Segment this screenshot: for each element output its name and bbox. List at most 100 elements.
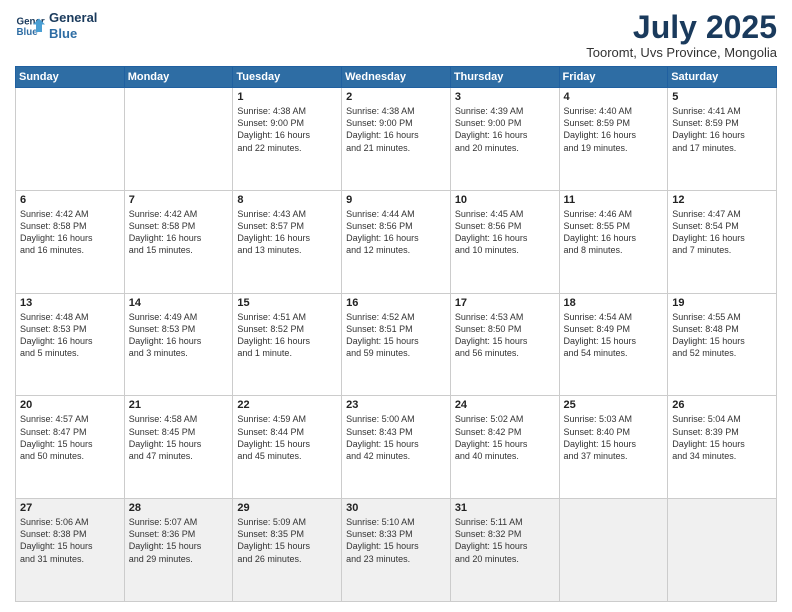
cell-text: Sunrise: 5:07 AM Sunset: 8:36 PM Dayligh… <box>129 516 229 565</box>
week-row-2: 6 Sunrise: 4:42 AM Sunset: 8:58 PM Daylig… <box>16 190 777 293</box>
day-number: 9 <box>346 194 446 206</box>
day-number: 15 <box>237 297 337 309</box>
calendar-cell: 31Sunrise: 5:11 AM Sunset: 8:32 PM Dayli… <box>450 499 559 602</box>
calendar-cell: 1 Sunrise: 4:38 AM Sunset: 9:00 PM Daylig… <box>233 88 342 191</box>
day-number: 6 <box>20 194 120 206</box>
cell-text: Sunrise: 4:47 AM Sunset: 8:54 PM Dayligh… <box>672 208 772 257</box>
day-number: 10 <box>455 194 555 206</box>
title-block: July 2025 Tooromt, Uvs Province, Mongoli… <box>586 10 777 60</box>
month-title: July 2025 <box>586 10 777 45</box>
day-number: 7 <box>129 194 229 206</box>
day-number: 13 <box>20 297 120 309</box>
cell-text: Sunrise: 5:11 AM Sunset: 8:32 PM Dayligh… <box>455 516 555 565</box>
week-row-4: 20Sunrise: 4:57 AM Sunset: 8:47 PM Dayli… <box>16 396 777 499</box>
logo: General Blue General Blue <box>15 10 97 41</box>
calendar-cell: 5 Sunrise: 4:41 AM Sunset: 8:59 PM Daylig… <box>668 88 777 191</box>
day-number: 30 <box>346 502 446 514</box>
day-number: 19 <box>672 297 772 309</box>
logo-icon: General Blue <box>15 11 45 41</box>
calendar-cell: 12 Sunrise: 4:47 AM Sunset: 8:54 PM Dayli… <box>668 190 777 293</box>
calendar-cell: 18 Sunrise: 4:54 AM Sunset: 8:49 PM Dayli… <box>559 293 668 396</box>
cell-text: Sunrise: 4:42 AM Sunset: 8:58 PM Dayligh… <box>129 208 229 257</box>
days-of-week-row: SundayMondayTuesdayWednesdayThursdayFrid… <box>16 67 777 88</box>
day-number: 2 <box>346 91 446 103</box>
cell-text: Sunrise: 5:09 AM Sunset: 8:35 PM Dayligh… <box>237 516 337 565</box>
day-number: 1 <box>237 91 337 103</box>
cell-text: Sunrise: 4:54 AM Sunset: 8:49 PM Dayligh… <box>564 311 664 360</box>
day-number: 23 <box>346 399 446 411</box>
calendar-cell: 16Sunrise: 4:52 AM Sunset: 8:51 PM Dayli… <box>342 293 451 396</box>
calendar-cell: 29Sunrise: 5:09 AM Sunset: 8:35 PM Dayli… <box>233 499 342 602</box>
logo-text-general: General <box>49 10 97 26</box>
dow-header-friday: Friday <box>559 67 668 88</box>
calendar-cell: 13Sunrise: 4:48 AM Sunset: 8:53 PM Dayli… <box>16 293 125 396</box>
cell-text: Sunrise: 4:58 AM Sunset: 8:45 PM Dayligh… <box>129 413 229 462</box>
day-number: 8 <box>237 194 337 206</box>
calendar-cell: 9 Sunrise: 4:44 AM Sunset: 8:56 PM Daylig… <box>342 190 451 293</box>
cell-text: Sunrise: 4:43 AM Sunset: 8:57 PM Dayligh… <box>237 208 337 257</box>
calendar-cell: 26 Sunrise: 5:04 AM Sunset: 8:39 PM Dayli… <box>668 396 777 499</box>
day-number: 25 <box>564 399 664 411</box>
day-number: 27 <box>20 502 120 514</box>
dow-header-sunday: Sunday <box>16 67 125 88</box>
day-number: 18 <box>564 297 664 309</box>
cell-text: Sunrise: 5:06 AM Sunset: 8:38 PM Dayligh… <box>20 516 120 565</box>
calendar-cell: 21 Sunrise: 4:58 AM Sunset: 8:45 PM Dayli… <box>124 396 233 499</box>
day-number: 12 <box>672 194 772 206</box>
day-number: 17 <box>455 297 555 309</box>
cell-text: Sunrise: 4:42 AM Sunset: 8:58 PM Dayligh… <box>20 208 120 257</box>
cell-text: Sunrise: 5:04 AM Sunset: 8:39 PM Dayligh… <box>672 413 772 462</box>
cell-text: Sunrise: 4:38 AM Sunset: 9:00 PM Dayligh… <box>346 105 446 154</box>
calendar-cell: 8 Sunrise: 4:43 AM Sunset: 8:57 PM Daylig… <box>233 190 342 293</box>
calendar-cell: 27 Sunrise: 5:06 AM Sunset: 8:38 PM Dayli… <box>16 499 125 602</box>
cell-text: Sunrise: 5:03 AM Sunset: 8:40 PM Dayligh… <box>564 413 664 462</box>
cell-text: Sunrise: 4:49 AM Sunset: 8:53 PM Dayligh… <box>129 311 229 360</box>
day-number: 24 <box>455 399 555 411</box>
cell-text: Sunrise: 4:39 AM Sunset: 9:00 PM Dayligh… <box>455 105 555 154</box>
day-number: 11 <box>564 194 664 206</box>
calendar-cell: 3 Sunrise: 4:39 AM Sunset: 9:00 PM Daylig… <box>450 88 559 191</box>
calendar-cell: 11Sunrise: 4:46 AM Sunset: 8:55 PM Dayli… <box>559 190 668 293</box>
calendar-cell: 19 Sunrise: 4:55 AM Sunset: 8:48 PM Dayli… <box>668 293 777 396</box>
calendar-cell: 20Sunrise: 4:57 AM Sunset: 8:47 PM Dayli… <box>16 396 125 499</box>
calendar-cell: 24Sunrise: 5:02 AM Sunset: 8:42 PM Dayli… <box>450 396 559 499</box>
calendar-cell <box>124 88 233 191</box>
week-row-1: 1 Sunrise: 4:38 AM Sunset: 9:00 PM Daylig… <box>16 88 777 191</box>
day-number: 26 <box>672 399 772 411</box>
day-number: 21 <box>129 399 229 411</box>
calendar-cell: 4Sunrise: 4:40 AM Sunset: 8:59 PM Daylig… <box>559 88 668 191</box>
calendar-cell: 15 Sunrise: 4:51 AM Sunset: 8:52 PM Dayli… <box>233 293 342 396</box>
week-row-5: 27 Sunrise: 5:06 AM Sunset: 8:38 PM Dayli… <box>16 499 777 602</box>
calendar-cell <box>16 88 125 191</box>
dow-header-monday: Monday <box>124 67 233 88</box>
cell-text: Sunrise: 4:38 AM Sunset: 9:00 PM Dayligh… <box>237 105 337 154</box>
calendar-cell: 25 Sunrise: 5:03 AM Sunset: 8:40 PM Dayli… <box>559 396 668 499</box>
cell-text: Sunrise: 4:55 AM Sunset: 8:48 PM Dayligh… <box>672 311 772 360</box>
calendar-cell: 10 Sunrise: 4:45 AM Sunset: 8:56 PM Dayli… <box>450 190 559 293</box>
calendar-cell: 7 Sunrise: 4:42 AM Sunset: 8:58 PM Daylig… <box>124 190 233 293</box>
day-number: 5 <box>672 91 772 103</box>
header: General Blue General Blue July 2025 Toor… <box>15 10 777 60</box>
calendar-cell: 28Sunrise: 5:07 AM Sunset: 8:36 PM Dayli… <box>124 499 233 602</box>
calendar-cell: 6 Sunrise: 4:42 AM Sunset: 8:58 PM Daylig… <box>16 190 125 293</box>
cell-text: Sunrise: 4:52 AM Sunset: 8:51 PM Dayligh… <box>346 311 446 360</box>
cell-text: Sunrise: 4:51 AM Sunset: 8:52 PM Dayligh… <box>237 311 337 360</box>
dow-header-saturday: Saturday <box>668 67 777 88</box>
cell-text: Sunrise: 4:53 AM Sunset: 8:50 PM Dayligh… <box>455 311 555 360</box>
calendar-cell: 23Sunrise: 5:00 AM Sunset: 8:43 PM Dayli… <box>342 396 451 499</box>
cell-text: Sunrise: 4:40 AM Sunset: 8:59 PM Dayligh… <box>564 105 664 154</box>
cell-text: Sunrise: 4:45 AM Sunset: 8:56 PM Dayligh… <box>455 208 555 257</box>
calendar-cell: 14 Sunrise: 4:49 AM Sunset: 8:53 PM Dayli… <box>124 293 233 396</box>
day-number: 14 <box>129 297 229 309</box>
cell-text: Sunrise: 4:44 AM Sunset: 8:56 PM Dayligh… <box>346 208 446 257</box>
day-number: 3 <box>455 91 555 103</box>
dow-header-thursday: Thursday <box>450 67 559 88</box>
calendar-cell: 22Sunrise: 4:59 AM Sunset: 8:44 PM Dayli… <box>233 396 342 499</box>
svg-text:Blue: Blue <box>17 27 39 38</box>
dow-header-tuesday: Tuesday <box>233 67 342 88</box>
calendar-cell: 17 Sunrise: 4:53 AM Sunset: 8:50 PM Dayli… <box>450 293 559 396</box>
dow-header-wednesday: Wednesday <box>342 67 451 88</box>
cell-text: Sunrise: 4:59 AM Sunset: 8:44 PM Dayligh… <box>237 413 337 462</box>
logo-text-blue: Blue <box>49 26 97 42</box>
cell-text: Sunrise: 4:41 AM Sunset: 8:59 PM Dayligh… <box>672 105 772 154</box>
